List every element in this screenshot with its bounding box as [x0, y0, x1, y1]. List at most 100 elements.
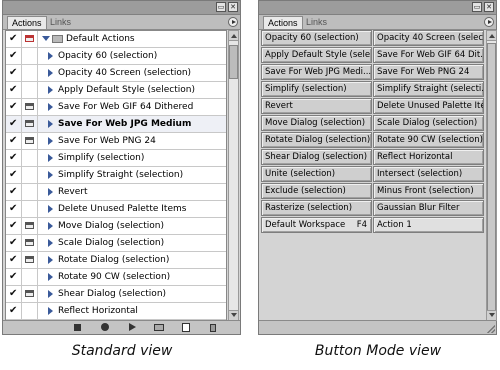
checkmark-icon[interactable]: ✔ [9, 32, 17, 45]
action-button[interactable]: Shear Dialog (selection) [261, 149, 372, 165]
action-row[interactable]: ✔ Opacity 40 Screen (selection) [6, 65, 226, 82]
action-row[interactable]: ✔ Save For Web PNG 24 [6, 133, 226, 150]
expand-triangle-icon[interactable] [48, 222, 53, 230]
scroll-up-icon[interactable] [229, 31, 238, 41]
expand-triangle-icon[interactable] [48, 69, 53, 77]
action-button[interactable]: Simplify Straight (selecti... [373, 81, 484, 97]
action-button[interactable]: Save For Web GIF 64 Dit... [373, 47, 484, 63]
checkmark-icon[interactable]: ✔ [9, 66, 17, 79]
close-icon[interactable]: ✕ [228, 2, 238, 12]
checkmark-icon[interactable]: ✔ [9, 117, 17, 130]
grid-scrollbar[interactable] [486, 30, 497, 325]
dialog-toggle-icon[interactable] [25, 35, 34, 42]
dialog-toggle-cell[interactable] [22, 167, 38, 183]
action-row[interactable]: ✔ Apply Default Style (selection) [6, 82, 226, 99]
checkmark-icon[interactable]: ✔ [9, 185, 17, 198]
new-set-icon[interactable] [154, 323, 164, 332]
dialog-icon[interactable] [25, 290, 34, 297]
checkmark-icon[interactable]: ✔ [9, 253, 17, 266]
action-row[interactable]: ✔ Simplify Straight (selection) [6, 167, 226, 184]
panel-titlebar[interactable]: ▭ ✕ [3, 1, 240, 15]
dialog-icon[interactable] [25, 239, 34, 246]
scroll-down-icon[interactable] [487, 310, 496, 320]
action-button[interactable]: Scale Dialog (selection) [373, 115, 484, 131]
close-icon[interactable]: ✕ [484, 2, 494, 12]
scroll-up-icon[interactable] [487, 31, 496, 41]
action-button[interactable]: Simplify (selection) [261, 81, 372, 97]
checkmark-icon[interactable]: ✔ [9, 270, 17, 283]
action-button[interactable]: Exclude (selection) [261, 183, 372, 199]
action-row[interactable]: ✔ Revert [6, 184, 226, 201]
action-button[interactable]: Reflect Horizontal [373, 149, 484, 165]
action-button[interactable]: Opacity 40 Screen (selec... [373, 30, 484, 46]
expand-triangle-icon[interactable] [48, 239, 53, 247]
dialog-toggle-cell[interactable] [22, 252, 38, 268]
action-row[interactable]: ✔ Reflect Horizontal [6, 303, 226, 320]
scroll-thumb[interactable] [229, 45, 238, 79]
expand-triangle-icon[interactable] [48, 188, 53, 196]
action-button[interactable]: Rotate Dialog (selection) [261, 132, 372, 148]
checkmark-icon[interactable]: ✔ [9, 100, 17, 113]
dialog-toggle-cell[interactable] [22, 286, 38, 302]
checkmark-icon[interactable]: ✔ [9, 134, 17, 147]
action-button[interactable]: Move Dialog (selection) [261, 115, 372, 131]
expand-triangle-icon[interactable] [48, 273, 53, 281]
dialog-toggle-cell[interactable] [22, 99, 38, 115]
action-row[interactable]: ✔ Simplify (selection) [6, 150, 226, 167]
tab-links[interactable]: Links [302, 16, 331, 29]
tab-actions[interactable]: Actions [7, 16, 47, 29]
dialog-toggle-cell[interactable] [22, 218, 38, 234]
action-button[interactable]: Rasterize (selection) [261, 200, 372, 216]
action-button[interactable]: Revert [261, 98, 372, 114]
action-button[interactable]: Gaussian Blur Filter [373, 200, 484, 216]
dialog-toggle-cell[interactable] [22, 235, 38, 251]
action-button[interactable]: Rotate 90 CW (selection) [373, 132, 484, 148]
minimize-icon[interactable]: ▭ [216, 2, 226, 12]
dialog-toggle-cell[interactable] [22, 269, 38, 285]
action-row[interactable]: ✔ Delete Unused Palette Items [6, 201, 226, 218]
dialog-toggle-cell[interactable] [22, 184, 38, 200]
checkmark-icon[interactable]: ✔ [9, 168, 17, 181]
action-button[interactable]: Default Workspace F4 [261, 217, 372, 233]
action-set-row[interactable]: ✔ Default Actions [6, 31, 226, 48]
scroll-down-icon[interactable] [229, 310, 238, 320]
dialog-icon[interactable] [25, 120, 34, 127]
action-row[interactable]: ✔ Rotate Dialog (selection) [6, 252, 226, 269]
action-row[interactable]: ✔ Save For Web GIF 64 Dithered [6, 99, 226, 116]
list-scrollbar[interactable] [228, 30, 239, 321]
action-button[interactable]: Action 1 [373, 217, 484, 233]
trash-icon[interactable] [208, 323, 218, 332]
minimize-icon[interactable]: ▭ [472, 2, 482, 12]
action-row[interactable]: ✔ Opacity 60 (selection) [6, 48, 226, 65]
dialog-icon[interactable] [25, 256, 34, 263]
action-button[interactable]: Minus Front (selection) [373, 183, 484, 199]
tab-actions[interactable]: Actions [263, 16, 303, 29]
checkmark-icon[interactable]: ✔ [9, 287, 17, 300]
expand-triangle-icon[interactable] [48, 52, 53, 60]
dialog-toggle-cell[interactable] [22, 303, 38, 319]
dialog-toggle-cell[interactable] [22, 201, 38, 217]
action-row[interactable]: ✔ Rotate 90 CW (selection) [6, 269, 226, 286]
action-row[interactable]: ✔ Move Dialog (selection) [6, 218, 226, 235]
dialog-toggle-cell[interactable] [22, 48, 38, 64]
panel-titlebar[interactable]: ▭ ✕ [259, 1, 496, 15]
expand-triangle-icon[interactable] [48, 205, 53, 213]
expand-triangle-icon[interactable] [48, 103, 53, 111]
new-action-icon[interactable] [181, 323, 191, 332]
dialog-toggle-cell[interactable] [22, 116, 38, 132]
action-button[interactable]: Intersect (selection) [373, 166, 484, 182]
checkmark-icon[interactable]: ✔ [9, 83, 17, 96]
dialog-icon[interactable] [25, 103, 34, 110]
expand-triangle-icon[interactable] [48, 137, 53, 145]
action-button[interactable]: Save For Web PNG 24 [373, 64, 484, 80]
dialog-toggle-cell[interactable] [22, 65, 38, 81]
action-button[interactable]: Delete Unused Palette Items [373, 98, 484, 114]
expand-triangle-icon[interactable] [48, 86, 53, 94]
panel-menu-icon[interactable] [228, 17, 238, 27]
expand-triangle-icon[interactable] [48, 307, 53, 315]
action-row[interactable]: ✔ Shear Dialog (selection) [6, 286, 226, 303]
action-button[interactable]: Unite (selection) [261, 166, 372, 182]
checkmark-icon[interactable]: ✔ [9, 202, 17, 215]
dialog-icon[interactable] [25, 137, 34, 144]
scroll-thumb[interactable] [487, 43, 496, 325]
